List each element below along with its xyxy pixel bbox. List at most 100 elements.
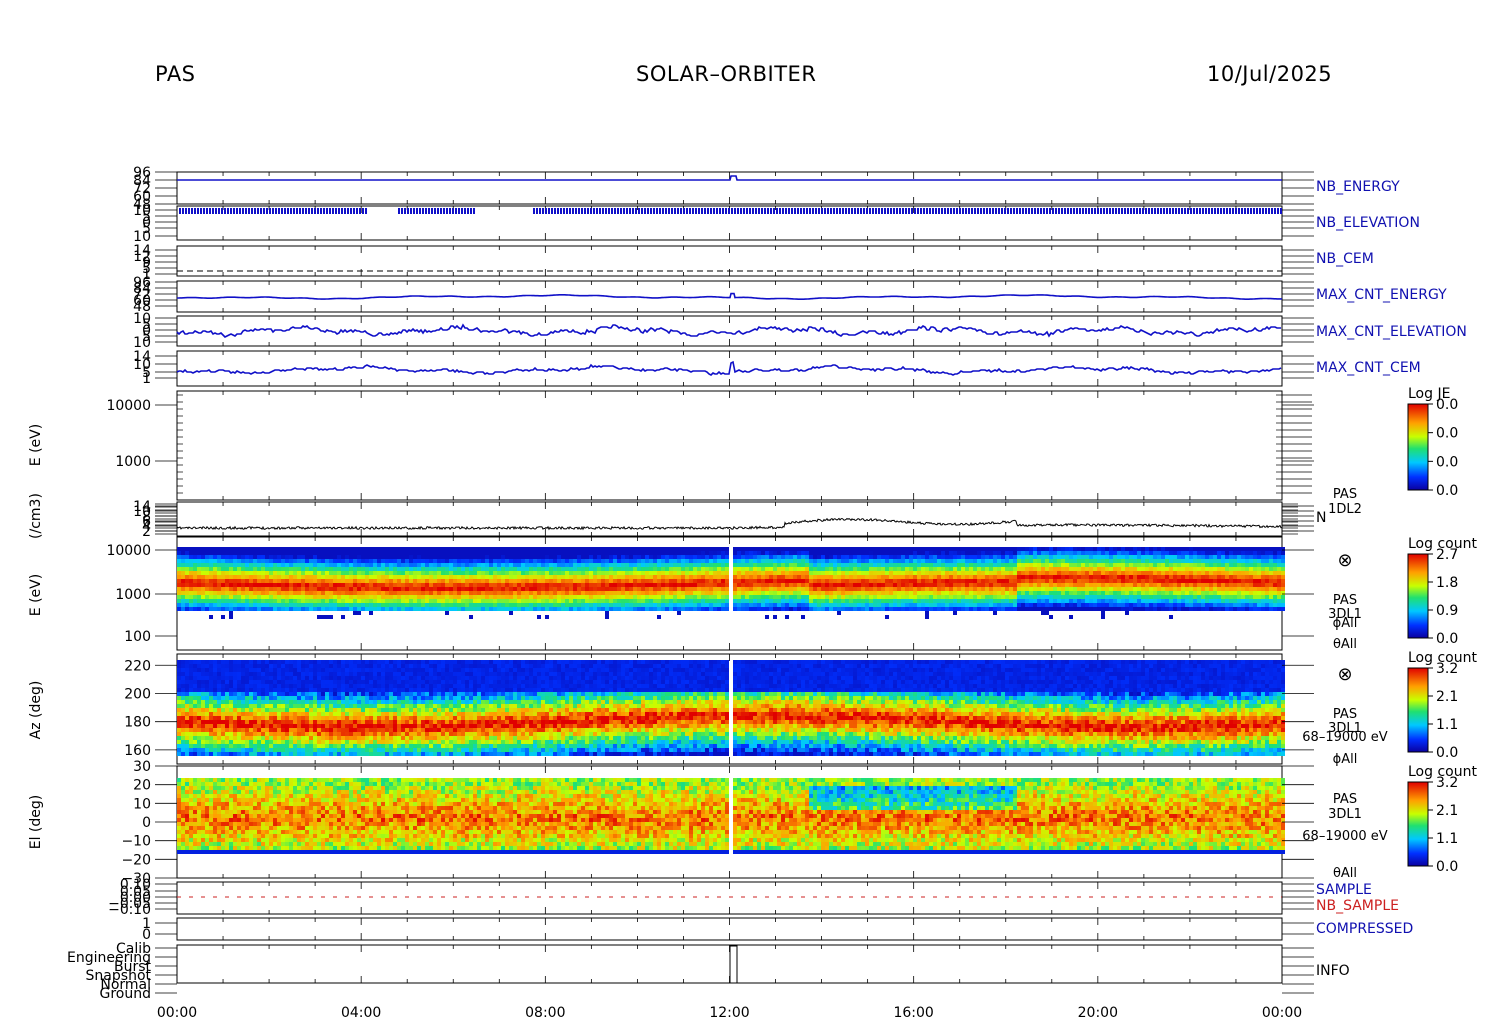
nb-cem-label: NB_CEM xyxy=(1316,251,1374,267)
nb-elevation-mark xyxy=(1274,208,1276,214)
nb-elevation-mark xyxy=(257,208,259,214)
nb-elevation-mark xyxy=(350,208,352,214)
nb-elevation-mark xyxy=(710,208,712,214)
elevation-side-text: 68–19000 eV xyxy=(1302,829,1388,844)
nb-elevation-mark xyxy=(413,208,415,214)
nb-elevation-mark xyxy=(767,208,769,214)
nb-elevation-mark xyxy=(200,208,202,214)
nb-elevation-mark xyxy=(209,208,211,214)
e-count-spectrogram xyxy=(177,547,1285,619)
nb-elevation-mark xyxy=(545,208,547,214)
nb-elevation-mark xyxy=(440,208,442,214)
nb-elevation-mark xyxy=(317,208,319,214)
azimuth-side-text: 68–19000 eV xyxy=(1302,730,1388,745)
nb-elevation-mark xyxy=(725,208,727,214)
nb-elevation-mark xyxy=(1007,208,1009,214)
time-tick-label: 00:00 xyxy=(1262,1005,1302,1020)
nb-elevation-mark xyxy=(821,208,823,214)
nb-elevation-mark xyxy=(536,208,538,214)
nb-elevation-mark xyxy=(980,208,982,214)
nb-elevation-mark xyxy=(743,208,745,214)
nb-elevation-mark xyxy=(938,208,940,214)
nb-elevation-mark xyxy=(1280,208,1282,214)
nb-elevation-mark xyxy=(680,208,682,214)
nb-elevation-mark xyxy=(1130,208,1132,214)
nb-elevation-mark xyxy=(884,208,886,214)
nb-elevation-mark xyxy=(758,208,760,214)
nb-elevation-mark xyxy=(659,208,661,214)
nb-elevation-mark xyxy=(893,208,895,214)
nb-elevation-mark xyxy=(977,208,979,214)
nb-elevation-mark xyxy=(674,208,676,214)
nb-elevation-mark xyxy=(959,208,961,214)
e-je-colorbar-label: 0.0 xyxy=(1436,483,1458,499)
nb-elevation-mark xyxy=(878,208,880,214)
nb-elevation-mark xyxy=(605,208,607,214)
nb-elevation-mark xyxy=(566,208,568,214)
nb-elevation-mark xyxy=(401,208,403,214)
elevation-colorbar-label: 2.1 xyxy=(1436,803,1458,819)
nb-elevation-mark xyxy=(638,208,640,214)
nb-elevation-mark xyxy=(851,208,853,214)
nb-elevation-mark xyxy=(461,208,463,214)
info-trace xyxy=(177,945,1282,984)
nb-elevation-mark xyxy=(464,208,466,214)
nb-elevation-mark xyxy=(1217,208,1219,214)
nb-elevation-mark xyxy=(722,208,724,214)
nb-elevation-mark xyxy=(1268,208,1270,214)
nb-elevation-mark xyxy=(299,208,301,214)
nb-elevation-mark xyxy=(1049,208,1051,214)
nb-elevation-mark xyxy=(752,208,754,214)
nb-energy-label: NB_ENERGY xyxy=(1316,179,1400,195)
nb-elevation-mark xyxy=(614,208,616,214)
nb-elevation-mark xyxy=(650,208,652,214)
density-trace xyxy=(176,517,1283,531)
nb-elevation-mark xyxy=(818,208,820,214)
nb-elevation-mark xyxy=(236,208,238,214)
nb-elevation-mark xyxy=(746,208,748,214)
nb-elevation-mark xyxy=(470,208,472,214)
nb-elevation-mark xyxy=(290,208,292,214)
nb-elevation-mark xyxy=(311,208,313,214)
nb-elevation-mark xyxy=(908,208,910,214)
e-je-colorbar-label: 0.0 xyxy=(1436,454,1458,470)
nb-elevation-mark xyxy=(206,208,208,214)
nb-elevation-mark xyxy=(1076,208,1078,214)
nb-elevation-mark xyxy=(467,208,469,214)
nb-elevation-mark xyxy=(407,208,409,214)
density-label: N xyxy=(1316,510,1326,526)
nb-elevation-mark xyxy=(1238,208,1240,214)
info-tick-label: Ground xyxy=(100,986,152,1002)
nb-elevation-mark xyxy=(1031,208,1033,214)
elevation-tick-label: 20 xyxy=(133,778,151,794)
nb-elevation-mark xyxy=(947,208,949,214)
nb-elevation-mark xyxy=(686,208,688,214)
e-je-colorbar-label: 0.0 xyxy=(1436,426,1458,442)
nb-elevation-mark xyxy=(1277,208,1279,214)
nb-elevation-mark xyxy=(1214,208,1216,214)
nb-elevation-mark xyxy=(971,208,973,214)
nb-elevation-mark xyxy=(626,208,628,214)
nb-elevation-mark xyxy=(749,208,751,214)
time-tick-label: 00:00 xyxy=(157,1005,197,1020)
max-cnt-elevation-trace xyxy=(176,323,1281,338)
nb-elevation-mark xyxy=(704,208,706,214)
nb-elevation-mark xyxy=(320,208,322,214)
nb-elevation-mark xyxy=(1067,208,1069,214)
nb-elevation-mark xyxy=(962,208,964,214)
nb-elevation-mark xyxy=(452,208,454,214)
nb-elevation-mark xyxy=(734,208,736,214)
nb-elevation-mark xyxy=(1235,208,1237,214)
time-tick-label: 20:00 xyxy=(1078,1005,1118,1020)
nb-elevation-mark xyxy=(1034,208,1036,214)
nb-elevation-mark xyxy=(905,208,907,214)
nb-elevation-mark xyxy=(455,208,457,214)
nb-elevation-mark xyxy=(1079,208,1081,214)
e-je-ylabel: E (eV) xyxy=(28,424,44,466)
e-count-side-text: PAS xyxy=(1333,593,1357,608)
nb-elevation-mark xyxy=(221,208,223,214)
nb-elevation-mark xyxy=(1037,208,1039,214)
nb-elevation-mark xyxy=(1241,208,1243,214)
azimuth-tick-label: 160 xyxy=(124,743,151,759)
time-tick-label: 16:00 xyxy=(893,1005,933,1020)
